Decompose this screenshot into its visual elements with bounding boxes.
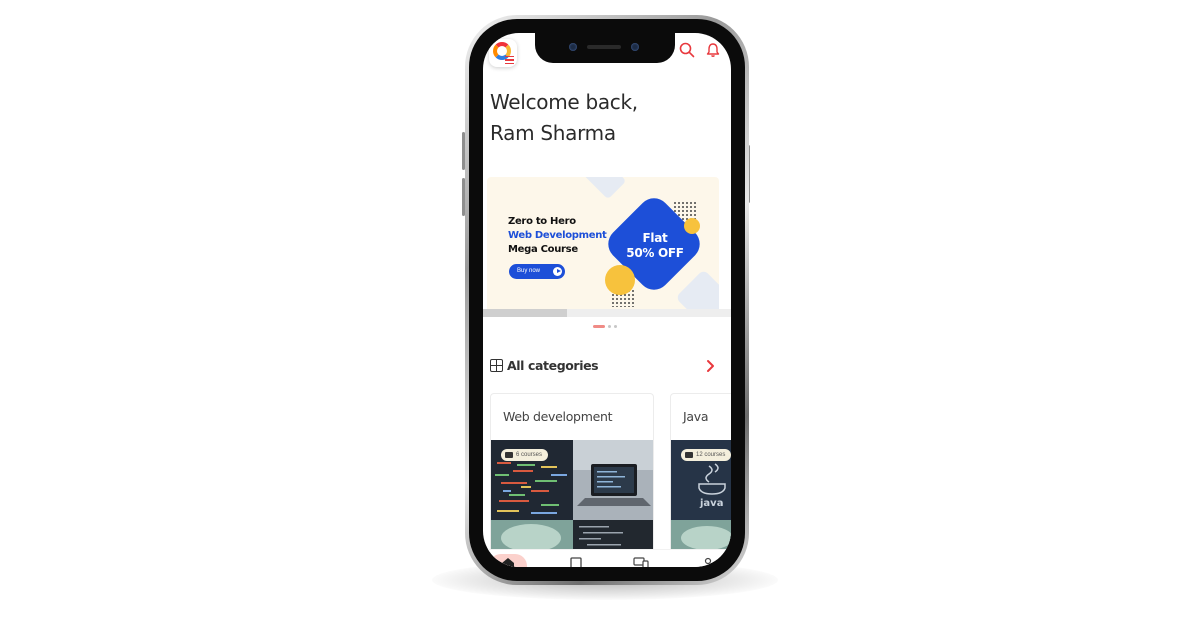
play-icon	[553, 267, 562, 276]
offer-text: Flat 50% OFF	[615, 231, 695, 261]
course-count-badge: 12 courses	[681, 449, 731, 461]
promo-banner[interactable]: Zero to Hero Web Development Mega Course…	[487, 177, 719, 309]
category-image-java: java 12 courses	[671, 440, 731, 552]
search-icon[interactable]	[679, 42, 695, 58]
category-cards: Web development 6 courses Java java 12 c…	[490, 393, 731, 553]
sensor-icon	[631, 43, 639, 51]
devices-icon[interactable]	[633, 556, 649, 567]
svg-text:java: java	[699, 498, 723, 509]
app-screen: Welcome back, Ram Sharma Zero to Hero We…	[483, 33, 731, 567]
category-image-coding: 6 courses	[491, 440, 653, 552]
banner-decoration	[675, 269, 719, 309]
grid-icon	[490, 359, 503, 372]
book-icon[interactable]	[569, 556, 583, 567]
app-logo-icon[interactable]	[489, 39, 517, 67]
profile-icon[interactable]	[701, 556, 715, 567]
phone-notch	[535, 33, 675, 63]
pager-dot-active[interactable]	[593, 325, 605, 328]
user-name: Ram Sharma	[490, 121, 616, 145]
banner-line: Mega Course	[508, 244, 578, 255]
book-icon	[685, 452, 693, 458]
banner-line: Zero to Hero	[508, 216, 576, 227]
offer-line: 50% OFF	[626, 246, 684, 260]
categories-title: All categories	[507, 358, 599, 373]
category-card-web-development[interactable]: Web development 6 courses	[490, 393, 654, 553]
course-count: 6 courses	[516, 452, 543, 458]
book-icon	[505, 452, 513, 458]
buy-now-button[interactable]: Buy now	[509, 264, 565, 279]
home-icon[interactable]	[501, 556, 515, 567]
banner-circle	[605, 265, 635, 295]
category-title: Java	[683, 409, 709, 424]
pager-dot[interactable]	[614, 325, 617, 328]
stage: Welcome back, Ram Sharma Zero to Hero We…	[0, 0, 1200, 628]
phone-bezel: Welcome back, Ram Sharma Zero to Hero We…	[469, 19, 745, 581]
camera-icon	[569, 43, 577, 51]
banner-headline: Zero to Hero Web Development Mega Course	[508, 215, 607, 257]
bell-icon[interactable]	[705, 42, 721, 58]
category-card-java[interactable]: Java java 12 courses	[670, 393, 731, 553]
banner-decoration	[579, 177, 627, 200]
categories-header[interactable]: All categories	[490, 357, 722, 375]
pager-dot[interactable]	[608, 325, 611, 328]
menu-icon	[505, 56, 514, 64]
welcome-heading: Welcome back, Ram Sharma	[490, 87, 720, 149]
buy-now-label: Buy now	[517, 268, 541, 274]
bottom-navigation	[483, 549, 731, 567]
course-count-badge: 6 courses	[501, 449, 549, 461]
course-count: 12 courses	[696, 452, 726, 458]
greeting-line: Welcome back,	[490, 90, 638, 114]
offer-line: Flat	[642, 231, 668, 245]
scrollbar-thumb[interactable]	[483, 309, 567, 317]
chevron-right-icon[interactable]	[703, 359, 717, 373]
phone-frame: Welcome back, Ram Sharma Zero to Hero We…	[465, 15, 749, 585]
banner-scrollbar[interactable]	[483, 309, 731, 317]
banner-line-highlight: Web Development	[508, 230, 607, 241]
banner-pager	[593, 325, 617, 328]
category-title: Web development	[503, 409, 613, 424]
header-actions	[679, 42, 721, 58]
speaker-grille	[587, 45, 621, 49]
